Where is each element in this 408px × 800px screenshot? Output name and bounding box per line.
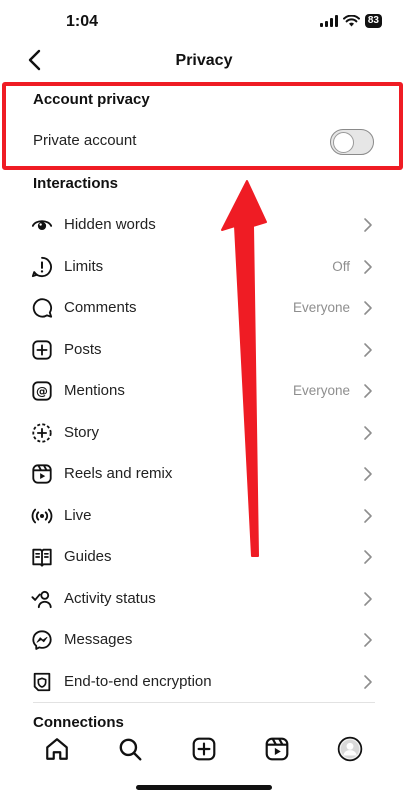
menu-item-label: End-to-end encryption [64, 672, 212, 690]
menu-item-label: Hidden words [64, 216, 156, 233]
chevron-right-icon [364, 301, 372, 315]
reels-icon [32, 464, 52, 484]
home-indicator [136, 785, 272, 790]
guides-icon [32, 548, 52, 567]
limits-icon [31, 256, 52, 277]
menu-item-label: Guides [64, 548, 112, 565]
menu-item-posts[interactable]: Posts [0, 329, 408, 371]
connections-section-title: Connections [33, 714, 124, 731]
chevron-right-icon [364, 467, 372, 481]
interactions-section-title: Interactions [33, 175, 119, 192]
menu-item-label: Mentions [64, 382, 125, 399]
chevron-right-icon [364, 259, 372, 274]
menu-item-guides[interactable]: Guides [0, 536, 408, 578]
svg-text:@: @ [36, 384, 48, 398]
private-account-toggle[interactable] [330, 129, 374, 155]
chevron-right-icon [364, 425, 372, 440]
private-account-label: Private account [33, 132, 137, 149]
nav-header: Privacy [0, 44, 408, 78]
account-privacy-section-title: Account privacy [33, 91, 150, 108]
menu-item-reels-and-remix[interactable]: Reels and remix [0, 453, 408, 495]
menu-item-label: Reels and remix [64, 465, 173, 482]
live-icon [31, 508, 53, 523]
at-icon: @ [32, 381, 52, 401]
menu-item-live[interactable]: Live [0, 495, 408, 537]
chevron-right-icon [364, 342, 372, 357]
menu-item-comments[interactable]: Comments Everyone [0, 287, 408, 329]
plus-square-icon [32, 339, 52, 360]
status-time: 1:04 [66, 13, 99, 30]
chevron-right-icon [364, 633, 372, 647]
menu-item-end-to-end-encryption[interactable]: End-to-end encryption [0, 661, 408, 703]
menu-item-value: Everyone [292, 383, 350, 398]
page-title: Privacy [175, 52, 233, 69]
chevron-right-icon [364, 591, 372, 606]
menu-item-hidden-words[interactable]: Hidden words [0, 204, 408, 246]
battery-indicator: 83 [364, 14, 382, 28]
menu-item-label: Activity status [64, 589, 156, 607]
interactions-list: Hidden words Limits Off Comments Everyon… [0, 204, 408, 702]
menu-item-label: Comments [64, 299, 137, 316]
chevron-right-icon [364, 674, 372, 689]
status-icons: 83 [319, 14, 382, 28]
home-icon[interactable] [44, 736, 70, 762]
menu-item-story[interactable]: Story [0, 412, 408, 454]
chevron-right-icon [364, 218, 372, 232]
activity-status-icon [31, 590, 52, 608]
menu-item-activity-status[interactable]: Activity status [0, 578, 408, 620]
toggle-knob [333, 131, 354, 153]
menu-item-label: Story [64, 423, 100, 441]
chevron-right-icon [364, 550, 372, 564]
menu-item-label: Messages [64, 631, 133, 648]
chevron-right-icon [364, 384, 372, 398]
menu-item-label: Live [64, 506, 92, 524]
menu-item-value: Off [332, 258, 350, 274]
story-icon [32, 422, 52, 443]
private-account-row[interactable]: Private account [33, 124, 378, 160]
menu-item-label: Limits [64, 257, 104, 275]
menu-item-limits[interactable]: Limits Off [0, 246, 408, 288]
create-icon[interactable] [191, 736, 217, 762]
menu-item-messages[interactable]: Messages [0, 619, 408, 661]
signal-icon [319, 15, 338, 27]
profile-icon[interactable] [337, 736, 363, 762]
status-bar: 1:04 83 [0, 0, 408, 44]
eye-icon [31, 220, 53, 231]
menu-item-mentions[interactable]: @ Mentions Everyone [0, 370, 408, 412]
wifi-icon [342, 15, 360, 27]
bottom-tab-bar [0, 730, 408, 770]
reels-icon[interactable] [264, 736, 290, 762]
chevron-right-icon [364, 508, 372, 523]
menu-item-value: Everyone [292, 300, 350, 315]
menu-item-label: Posts [64, 340, 102, 358]
comment-icon [32, 298, 53, 318]
section-divider [33, 702, 375, 703]
messenger-icon [32, 630, 52, 650]
search-icon[interactable] [117, 736, 143, 762]
encryption-icon [33, 672, 51, 691]
